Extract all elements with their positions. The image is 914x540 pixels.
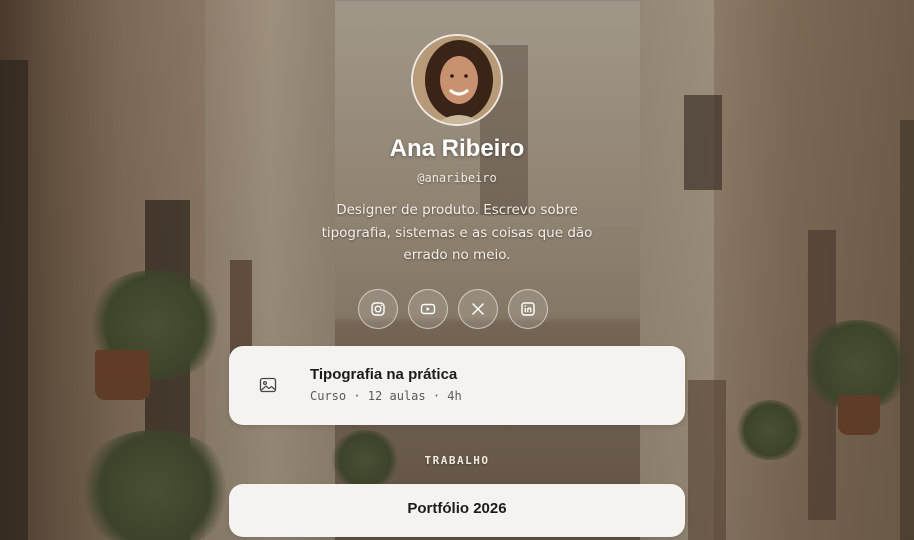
link-card-title: Portfólio 2026: [407, 500, 507, 517]
section-label: TRABALHO: [424, 454, 490, 467]
instagram-button[interactable]: [358, 289, 398, 329]
image-icon: [259, 377, 277, 393]
linkedin-button[interactable]: [508, 289, 548, 329]
featured-link-title: Tipografia na prática: [310, 366, 458, 383]
profile-handle: @anaribeiro: [417, 171, 497, 185]
profile-name: Ana Ribeiro: [389, 135, 525, 162]
link-card[interactable]: Portfólio 2026: [229, 484, 685, 537]
social-links: [358, 289, 548, 329]
x-button[interactable]: [458, 289, 498, 329]
instagram-icon: [371, 302, 385, 316]
youtube-icon: [420, 303, 436, 315]
featured-link-subtitle: Curso · 12 aulas · 4h: [310, 389, 462, 403]
avatar: [411, 34, 503, 126]
linkedin-icon: [521, 302, 535, 316]
youtube-button[interactable]: [408, 289, 448, 329]
x-icon: [472, 303, 484, 315]
profile-bio: Designer de produto. Escrevo sobre tipog…: [321, 202, 593, 263]
featured-link-card[interactable]: Tipografia na prática Curso · 12 aulas ·…: [229, 346, 685, 425]
